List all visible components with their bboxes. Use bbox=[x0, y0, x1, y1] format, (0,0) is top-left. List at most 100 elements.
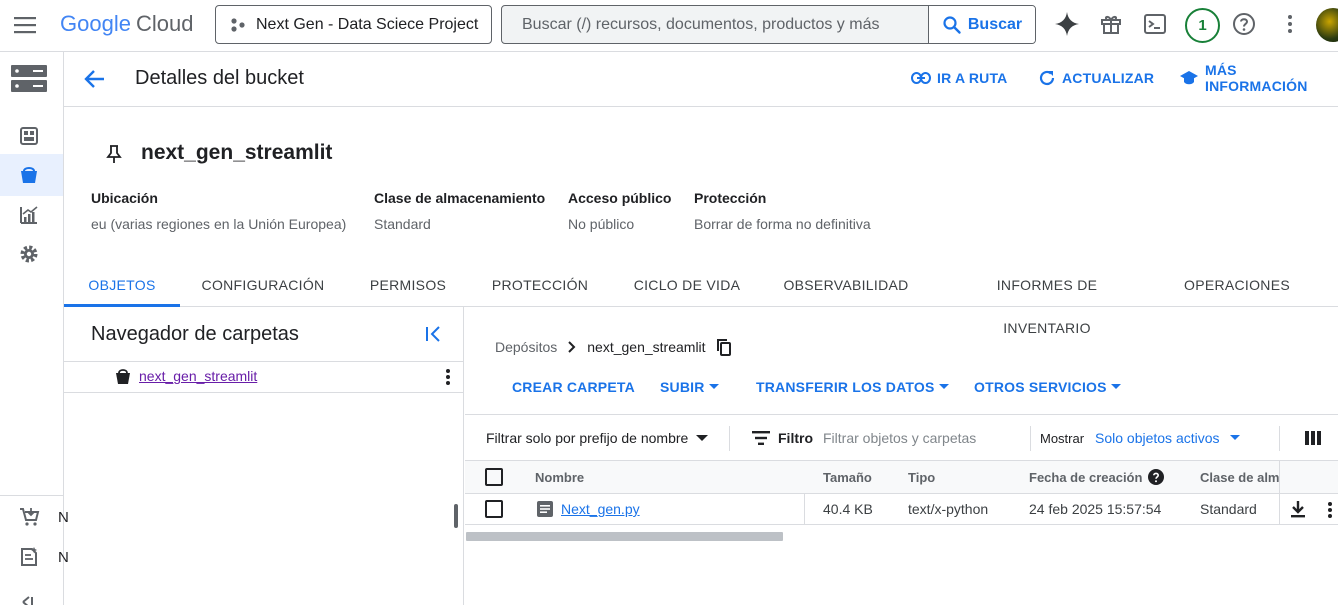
resize-handle[interactable] bbox=[454, 504, 458, 528]
bucket-icon[interactable] bbox=[18, 164, 42, 188]
meta-protection-label: Protección bbox=[694, 190, 767, 206]
folder-browser: Navegador de carpetas next_gen_streamlit bbox=[64, 307, 464, 605]
filter-icon bbox=[752, 431, 770, 445]
folder-tree-item-label[interactable]: next_gen_streamlit bbox=[139, 368, 257, 384]
table-row[interactable]: Next_gen.py 40.4 KB text/x-python 24 feb… bbox=[465, 494, 1338, 525]
other-services-label: OTROS SERVICIOS bbox=[974, 379, 1107, 395]
more-info-button[interactable]: MÁS INFORMACIÓN bbox=[1179, 52, 1338, 104]
more-info-label: MÁS INFORMACIÓN bbox=[1205, 62, 1308, 94]
refresh-button[interactable]: ACTUALIZAR bbox=[1038, 52, 1154, 104]
more-options-icon[interactable] bbox=[1280, 13, 1300, 35]
project-selector[interactable]: Next Gen - Data Sciece Project bbox=[215, 5, 492, 44]
marketplace-icon bbox=[18, 506, 40, 528]
prefix-filter-label: Filtrar solo por prefijo de nombre bbox=[486, 430, 689, 446]
help-icon[interactable] bbox=[1148, 469, 1165, 485]
overview-icon[interactable] bbox=[18, 125, 42, 149]
back-arrow-icon[interactable] bbox=[84, 68, 106, 90]
folder-item-menu-icon[interactable] bbox=[445, 368, 451, 386]
storage-product-icon[interactable] bbox=[11, 65, 47, 93]
google-cloud-logo[interactable]: Google Cloud bbox=[60, 10, 193, 38]
tab-inventory-reports[interactable]: INFORMES DE INVENTARIO bbox=[952, 264, 1142, 336]
folder-tree-item[interactable]: next_gen_streamlit bbox=[64, 362, 463, 393]
column-type[interactable]: Tipo bbox=[908, 461, 1018, 493]
column-size[interactable]: Tamaño bbox=[823, 461, 903, 493]
main-menu-icon[interactable] bbox=[14, 14, 36, 36]
search-icon bbox=[942, 15, 962, 35]
tab-protection[interactable]: PROTECCIÓN bbox=[488, 264, 592, 307]
column-created-label: Fecha de creación bbox=[1029, 469, 1143, 485]
meta-location-value: eu (varias regiones en la Unión Europea) bbox=[91, 216, 347, 232]
filter-button[interactable]: Filtro bbox=[752, 415, 813, 461]
meta-protection-value: Borrar de forma no definitiva bbox=[694, 216, 871, 232]
filter-label: Filtro bbox=[778, 430, 813, 446]
filter-separator bbox=[729, 426, 730, 451]
tab-objects[interactable]: OBJETOS bbox=[64, 264, 180, 307]
avatar[interactable] bbox=[1316, 8, 1338, 42]
cloud-shell-icon[interactable] bbox=[1144, 13, 1166, 35]
upload-button[interactable]: SUBIR bbox=[660, 373, 719, 401]
meta-public-access-label: Acceso público bbox=[568, 190, 672, 206]
gemini-icon[interactable] bbox=[1054, 11, 1080, 37]
settings-icon[interactable] bbox=[18, 243, 42, 267]
prefix-filter-dropdown[interactable]: Filtrar solo por prefijo de nombre bbox=[486, 415, 709, 461]
show-label: Mostrar bbox=[1040, 430, 1085, 446]
pin-icon[interactable] bbox=[106, 144, 122, 164]
search-button[interactable]: Buscar bbox=[928, 6, 1035, 43]
collapse-rail-icon[interactable] bbox=[20, 595, 40, 605]
search-input[interactable]: Buscar (/) recursos, documentos, product… bbox=[502, 16, 928, 34]
show-filter-dropdown[interactable]: Solo objetos activos bbox=[1095, 415, 1240, 461]
filter-input[interactable]: Filtrar objetos y carpetas bbox=[823, 415, 976, 461]
help-icon[interactable] bbox=[1232, 12, 1256, 36]
horizontal-scrollbar[interactable] bbox=[466, 532, 783, 541]
meta-storage-class-label: Clase de almacenamiento bbox=[374, 190, 546, 206]
breadcrumb: Depósitos next_gen_streamlit bbox=[495, 337, 732, 357]
dropdown-arrow-icon bbox=[1110, 384, 1121, 390]
show-filter-value: Solo objetos activos bbox=[1095, 430, 1220, 446]
column-storage-class[interactable]: Clase de alma bbox=[1200, 461, 1279, 493]
tab-configuration[interactable]: CONFIGURACIÓN bbox=[196, 264, 330, 307]
notification-count: 1 bbox=[1198, 17, 1207, 34]
download-icon[interactable] bbox=[1290, 501, 1306, 518]
row-checkbox[interactable] bbox=[485, 500, 503, 518]
go-to-path-button[interactable]: IR A RUTA bbox=[911, 52, 1008, 104]
collapse-panel-icon[interactable] bbox=[425, 326, 441, 342]
project-icon bbox=[230, 17, 246, 33]
select-all-cell bbox=[485, 461, 515, 493]
project-name: Next Gen - Data Sciece Project bbox=[256, 15, 479, 33]
dropdown-arrow-icon bbox=[696, 434, 709, 442]
breadcrumb-root[interactable]: Depósitos bbox=[495, 339, 557, 355]
school-icon bbox=[1179, 70, 1199, 86]
other-services-button[interactable]: OTROS SERVICIOS bbox=[974, 373, 1121, 401]
meta-location-label: Ubicación bbox=[91, 190, 158, 206]
column-name[interactable]: Nombre bbox=[535, 461, 805, 493]
bucket-name: next_gen_streamlit bbox=[141, 141, 333, 164]
dropdown-arrow-icon bbox=[708, 384, 719, 390]
top-bar: Google Cloud Next Gen - Data Sciece Proj… bbox=[0, 0, 1338, 52]
monitoring-icon[interactable] bbox=[18, 204, 42, 228]
chevron-right-icon bbox=[567, 341, 577, 353]
column-created[interactable]: Fecha de creación bbox=[1029, 461, 1197, 493]
file-name-link[interactable]: Next_gen.py bbox=[561, 501, 640, 517]
select-all-checkbox[interactable] bbox=[485, 468, 503, 486]
tab-permissions[interactable]: PERMISOS bbox=[362, 264, 454, 307]
filter-separator bbox=[1030, 426, 1031, 451]
upload-label: SUBIR bbox=[660, 379, 705, 395]
transfer-data-button[interactable]: TRANSFERIR LOS DATOS bbox=[756, 373, 949, 401]
file-created-cell: 24 feb 2025 15:57:54 bbox=[1029, 501, 1162, 517]
tab-observability[interactable]: OBSERVABILIDAD bbox=[782, 264, 910, 307]
gift-icon[interactable] bbox=[1099, 12, 1123, 36]
copy-icon[interactable] bbox=[716, 338, 732, 356]
row-menu-icon[interactable] bbox=[1327, 501, 1333, 519]
column-display-icon[interactable] bbox=[1305, 431, 1321, 445]
release-notes-item[interactable]: N bbox=[18, 545, 69, 569]
tab-lifecycle[interactable]: CICLO DE VIDA bbox=[630, 264, 744, 307]
tab-operations[interactable]: OPERACIONES bbox=[1184, 264, 1290, 307]
create-folder-button[interactable]: CREAR CARPETA bbox=[512, 373, 635, 401]
meta-storage-class-value: Standard bbox=[374, 216, 431, 232]
table-header: Nombre Tamaño Tipo Fecha de creación Cla… bbox=[465, 461, 1338, 494]
dropdown-arrow-icon bbox=[1229, 435, 1240, 441]
notifications-badge[interactable]: 1 bbox=[1185, 8, 1220, 43]
logo-cloud-text: Cloud bbox=[135, 11, 194, 36]
file-type-cell: text/x-python bbox=[908, 501, 989, 517]
marketplace-item[interactable]: N bbox=[18, 505, 69, 529]
